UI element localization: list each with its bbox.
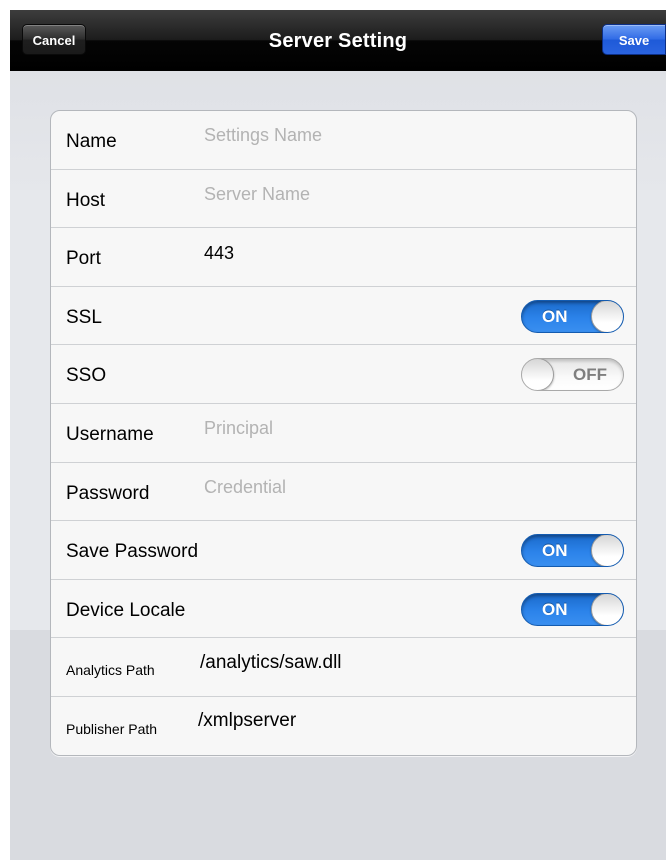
sso-label: SSO xyxy=(66,365,107,387)
analytics-path-field[interactable]: /analytics/saw.dll xyxy=(200,652,342,674)
save-password-toggle-state: ON xyxy=(542,541,568,561)
save-password-label: Save Password xyxy=(66,541,199,563)
toggle-knob xyxy=(591,535,623,567)
device-locale-label: Device Locale xyxy=(66,599,186,621)
analytics-path-label: Analytics Path xyxy=(66,662,155,679)
port-field[interactable]: 443 xyxy=(204,243,234,264)
ssl-row: SSL ON xyxy=(51,287,636,346)
save-password-row: Save Password ON xyxy=(51,521,636,580)
password-row: Password Credential xyxy=(51,463,636,522)
save-button[interactable]: Save xyxy=(602,24,666,55)
publisher-path-field[interactable]: /xmlpserver xyxy=(198,710,296,732)
name-field[interactable]: Settings Name xyxy=(204,125,322,146)
device-locale-toggle[interactable]: ON xyxy=(521,592,624,626)
username-field[interactable]: Principal xyxy=(204,418,273,439)
navigation-bar: Cancel Server Setting Save xyxy=(10,10,666,71)
port-row: Port 443 xyxy=(51,228,636,287)
username-label: Username xyxy=(66,423,154,445)
host-field[interactable]: Server Name xyxy=(204,184,310,205)
toggle-knob xyxy=(591,593,623,625)
page-title: Server Setting xyxy=(268,30,408,52)
sso-toggle-state: OFF xyxy=(573,365,607,385)
device-locale-row: Device Locale ON xyxy=(51,580,636,639)
port-label: Port xyxy=(66,248,101,270)
server-settings-form: Name Settings Name Host Server Name Port… xyxy=(50,110,637,756)
toggle-knob xyxy=(522,359,554,391)
ssl-label: SSL xyxy=(66,306,102,328)
ssl-toggle-state: ON xyxy=(542,306,568,326)
name-row: Name Settings Name xyxy=(51,111,636,170)
screen: Cancel Server Setting Save Name Settings… xyxy=(10,10,666,860)
device-locale-toggle-state: ON xyxy=(542,599,568,619)
ssl-toggle[interactable]: ON xyxy=(521,299,624,333)
password-field[interactable]: Credential xyxy=(204,477,286,498)
name-label: Name xyxy=(66,131,117,152)
save-password-toggle[interactable]: ON xyxy=(521,534,624,568)
analytics-path-row: Analytics Path /analytics/saw.dll xyxy=(51,638,636,697)
publisher-path-row: Publisher Path /xmlpserver xyxy=(51,697,636,755)
host-row: Host Server Name xyxy=(51,170,636,229)
username-row: Username Principal xyxy=(51,404,636,463)
host-label: Host xyxy=(66,189,106,211)
publisher-path-label: Publisher Path xyxy=(66,720,158,737)
sso-toggle[interactable]: OFF xyxy=(521,358,624,392)
password-label: Password xyxy=(66,482,150,504)
sso-row: SSO OFF xyxy=(51,345,636,404)
toggle-knob xyxy=(591,300,623,332)
